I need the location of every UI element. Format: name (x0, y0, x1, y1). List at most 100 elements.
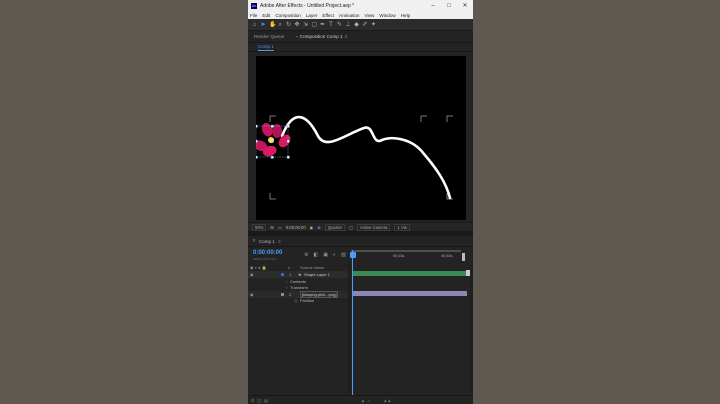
snapshot-icon[interactable]: ◉ (310, 225, 314, 230)
menu-bar: File Edit Composition Layer Effect Anima… (248, 11, 473, 19)
views-dropdown[interactable]: 1 Vie (394, 223, 410, 231)
after-effects-window: Ae Adobe After Effects - Untitled Projec… (248, 0, 473, 404)
draft-3d-icon[interactable]: ⚙ (304, 252, 308, 258)
expand-arrow-icon[interactable]: › (286, 285, 287, 290)
hand-tool-icon[interactable]: ✋ (269, 22, 276, 28)
menu-edit[interactable]: Edit (262, 13, 270, 18)
subtab-comp1[interactable]: Comp 1 (258, 44, 274, 51)
pan-camera-icon[interactable]: ✥ (295, 22, 300, 28)
menu-animation[interactable]: Animation (339, 13, 359, 18)
work-area-end-handle[interactable] (462, 253, 465, 261)
viewer-timecode[interactable]: 0;00;00;00 (286, 225, 306, 230)
graph-editor-icon[interactable]: ▨ (341, 252, 346, 258)
type-tool-icon[interactable]: T (329, 22, 334, 28)
motion-blur-icon[interactable]: ◐ (333, 252, 336, 258)
layer-name[interactable]: Shape Layer 1 (304, 272, 330, 277)
timeline-layers: ◉ ◖ ● 🔒 # Source Name ◉ 1 ★ Shape Layer … (248, 262, 473, 395)
menu-window[interactable]: Window (379, 13, 395, 18)
brush-tool-icon[interactable]: ✎ (337, 22, 342, 28)
render-time-icon[interactable]: ⊡ (251, 398, 254, 403)
lock-icon: ▪ (296, 34, 298, 39)
puppet-pin-icon[interactable]: ✦ (371, 22, 376, 28)
menu-help[interactable]: Help (401, 13, 410, 18)
property-row[interactable]: ◷ Position (248, 297, 348, 304)
menu-file[interactable]: File (250, 13, 257, 18)
stopwatch-icon[interactable]: ◷ (294, 298, 298, 303)
star-icon: ★ (298, 271, 302, 277)
composition-subtab: Comp 1 (248, 43, 473, 52)
timeline-footer: ⊡ ◫ ▤ ▲ ○ ▲▲ (248, 395, 473, 404)
close-button[interactable]: ✕ (457, 2, 473, 9)
layer-row[interactable]: ◉ 1 ★ Shape Layer 1 (248, 271, 348, 278)
tab-timeline-comp1[interactable]: Comp 1 (259, 239, 275, 244)
after-effects-logo-icon: Ae (251, 2, 257, 9)
maximize-button[interactable]: □ (441, 3, 457, 9)
panel-menu-icon[interactable]: ≡ (345, 34, 348, 39)
timeline-panel-menu-icon[interactable]: ≡ (278, 239, 281, 244)
grid-icon[interactable]: ⊞ (270, 225, 274, 230)
label-color-swatch[interactable] (281, 292, 284, 296)
end-keyframe-marker[interactable] (466, 270, 470, 276)
canvas-artwork (253, 115, 453, 200)
switches-modes-icon[interactable]: ◫ (257, 398, 261, 403)
layer-duration-bar[interactable] (352, 271, 467, 276)
time-ruler[interactable]: 0s 00:15s 00:30s (351, 250, 469, 262)
frame-blend-icon[interactable]: ▣ (323, 252, 328, 258)
tab-composition[interactable]: ▪ Composition Comp 1 ≡ (290, 34, 353, 39)
roi-icon[interactable]: ▢ (349, 225, 353, 230)
av-switches-icon: ◉ ◖ ● 🔒 (250, 264, 267, 270)
selection-tool-icon[interactable]: ➤ (261, 22, 266, 28)
close-tab-icon[interactable]: ✕ (252, 238, 256, 244)
menu-layer[interactable]: Layer (306, 13, 318, 18)
current-time-indicator[interactable] (352, 250, 353, 396)
timeline-fps: 00000 (29.97 fps) (253, 257, 277, 261)
visibility-eye-icon[interactable]: ◉ (250, 272, 254, 277)
zoom-tool-icon[interactable]: ⌕ (278, 22, 283, 28)
zoom-dropdown[interactable]: 50% (252, 223, 267, 231)
expand-arrow-icon[interactable]: › (286, 279, 287, 284)
property-transform[interactable]: Transform (290, 285, 308, 290)
window-title: Adobe After Effects - Untitled Project.a… (260, 2, 355, 9)
timeline-timecode[interactable]: 0:00:00:00 (253, 250, 282, 256)
zoom-in-icon[interactable]: ▲▲ (383, 398, 391, 403)
current-time-indicator-head[interactable] (349, 252, 356, 258)
home-icon[interactable]: ⌂ (252, 22, 257, 28)
zoom-slider-icon[interactable]: ○ (368, 398, 370, 403)
menu-composition[interactable]: Composition (275, 13, 301, 18)
menu-effect[interactable]: Effect (322, 13, 334, 18)
ruler-label-15: 00:15s (393, 254, 405, 258)
shy-icon[interactable]: ◧ (313, 252, 318, 258)
channel-icon[interactable]: ✿ (317, 225, 321, 230)
camera-dropdown[interactable]: Active Camera (357, 223, 391, 231)
resolution-dropdown[interactable]: Quarter (324, 223, 346, 231)
layer-number: 2 (289, 291, 292, 297)
composition-canvas[interactable] (253, 56, 466, 220)
dolly-camera-icon[interactable]: ⇲ (303, 22, 308, 28)
clone-stamp-icon[interactable]: ⊥ (346, 22, 351, 28)
time-navigator-range[interactable] (351, 250, 461, 252)
eraser-icon[interactable]: ◆ (354, 22, 359, 28)
column-source-name: Source Name (300, 264, 325, 270)
track-area[interactable] (351, 262, 471, 395)
orbit-camera-icon[interactable]: ↻ (286, 22, 291, 28)
menu-view[interactable]: View (364, 13, 374, 18)
tab-composition-label: Composition Comp 1 (299, 34, 343, 39)
property-contents[interactable]: Contents (290, 279, 306, 284)
visibility-eye-icon[interactable]: ◉ (250, 292, 254, 297)
minimize-button[interactable]: – (425, 3, 441, 9)
label-color-swatch[interactable] (281, 272, 284, 276)
motion-path-stroke (280, 115, 452, 200)
layer-duration-bar[interactable] (352, 291, 467, 296)
zoom-out-icon[interactable]: ▲ (361, 398, 365, 403)
rectangle-tool-icon[interactable]: ▢ (312, 22, 318, 28)
mask-icon[interactable]: ▭ (278, 225, 282, 230)
frame-render-icon[interactable]: ▤ (264, 398, 268, 403)
pen-tool-icon[interactable]: ✒ (320, 22, 325, 28)
tools-toolbar: ⌂ ➤ ✋ ⌕ ↻ ✥ ⇲ ▢ ✒ T ✎ ⊥ ◆ ✐ ✦ (248, 19, 473, 31)
tab-render-queue[interactable]: Render Queue (248, 34, 290, 39)
property-row[interactable]: › Transform (248, 284, 348, 291)
roto-brush-icon[interactable]: ✐ (363, 22, 368, 28)
property-position[interactable]: Position (300, 298, 314, 303)
timeline-header: 0:00:00:00 00000 (29.97 fps) ⚙ ◧ ▣ ◐ ▨ 0… (248, 247, 473, 262)
column-header-row: ◉ ◖ ● 🔒 # Source Name (248, 264, 348, 271)
